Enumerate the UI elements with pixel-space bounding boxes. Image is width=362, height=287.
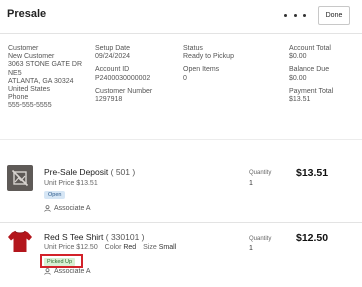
status-badge: Open xyxy=(44,191,66,199)
unit-price-value: $13.51 xyxy=(76,180,98,187)
account-id-label: Account ID xyxy=(95,66,130,74)
color-label: Color xyxy=(104,244,122,251)
picked-up-highlight: Picked Up xyxy=(40,254,83,268)
item-name: Red S Tee Shirt ( 330101 ) xyxy=(44,232,145,242)
account-id-value: P2400030000002 xyxy=(95,74,151,82)
associate-name: Associate A xyxy=(54,268,91,275)
unit-price-label: Unit Price xyxy=(44,244,75,251)
size-value: Small xyxy=(158,244,177,251)
item-price: $13.51 xyxy=(296,167,329,179)
payment-total-label: Payment Total xyxy=(289,87,334,95)
color-value: Red xyxy=(123,244,137,251)
more-options-icon[interactable] xyxy=(284,8,306,22)
person-icon xyxy=(44,205,51,212)
item-title: Pre-Sale Deposit xyxy=(44,167,109,177)
payment-total-value: $13.51 xyxy=(289,96,311,104)
account-info: Setup Date 09/24/2024 Account ID P240003… xyxy=(95,45,175,104)
phone-value: 555-555-5555 xyxy=(8,102,52,110)
customer-name: New Customer xyxy=(8,53,55,61)
page-title: Presale xyxy=(7,8,47,20)
customer-number-label: Customer Number xyxy=(95,87,153,95)
red-tee-shirt-icon xyxy=(7,228,33,254)
section-divider xyxy=(0,139,362,140)
balance-due-label: Balance Due xyxy=(289,66,330,74)
presale-panel: Presale Done Customer New Customer 3063 … xyxy=(0,0,362,287)
customer-label: Customer xyxy=(8,45,39,52)
status-label: Status xyxy=(183,45,203,52)
customer-address-line2: NE5 xyxy=(8,69,22,77)
unit-price-label: Unit Price xyxy=(44,180,75,187)
done-button[interactable]: Done xyxy=(318,6,350,25)
quantity-value: 1 xyxy=(249,245,253,252)
person-icon xyxy=(44,268,51,275)
status-value: Ready to Pickup xyxy=(183,53,234,61)
status-badge: Picked Up xyxy=(44,257,76,266)
quantity-label: Quantity xyxy=(249,236,272,242)
size-label: Size xyxy=(143,244,157,251)
item-attributes: Unit Price $12.50 Color Red Size Small xyxy=(44,244,176,251)
line-item[interactable]: Red S Tee Shirt ( 330101 ) Unit Price $1… xyxy=(0,222,362,287)
status-info: Status Ready to Pickup Open Items 0 xyxy=(183,45,273,83)
account-total-value: $0.00 xyxy=(289,53,307,61)
customer-number-value: 1297918 xyxy=(95,96,123,104)
associate: Associate A xyxy=(44,205,91,212)
account-total-label: Account Total xyxy=(289,45,331,52)
customer-info: Customer New Customer 3063 STONE GATE DR… xyxy=(8,45,88,111)
image-unavailable-icon xyxy=(7,165,33,191)
open-items-value: 0 xyxy=(183,74,187,82)
quantity-label: Quantity xyxy=(249,170,272,176)
item-code: ( 330101 ) xyxy=(105,232,145,242)
item-code: ( 501 ) xyxy=(110,167,136,177)
associate: Associate A xyxy=(44,268,91,275)
header-bar: Presale Done xyxy=(0,0,362,34)
item-price: $12.50 xyxy=(296,232,329,244)
setup-date-label: Setup Date xyxy=(95,45,131,52)
open-items-label: Open Items xyxy=(183,66,220,74)
totals-info: Account Total $0.00 Balance Due $0.00 Pa… xyxy=(289,45,359,104)
customer-address-line1: 3063 STONE GATE DR xyxy=(8,61,83,69)
customer-city-line: ATLANTA, GA 30324 xyxy=(8,77,74,85)
setup-date-value: 09/24/2024 xyxy=(95,53,131,61)
item-title: Red S Tee Shirt xyxy=(44,232,104,242)
line-item[interactable]: Pre-Sale Deposit ( 501 ) Unit Price $13.… xyxy=(0,158,362,214)
unit-price-value: $12.50 xyxy=(76,244,98,251)
item-unit-price: Unit Price $13.51 xyxy=(44,180,98,187)
quantity-value: 1 xyxy=(249,180,253,187)
phone-label: Phone xyxy=(8,94,29,102)
item-name: Pre-Sale Deposit ( 501 ) xyxy=(44,167,135,177)
balance-due-value: $0.00 xyxy=(289,74,307,82)
customer-country: United States xyxy=(8,86,51,94)
associate-name: Associate A xyxy=(54,205,91,212)
